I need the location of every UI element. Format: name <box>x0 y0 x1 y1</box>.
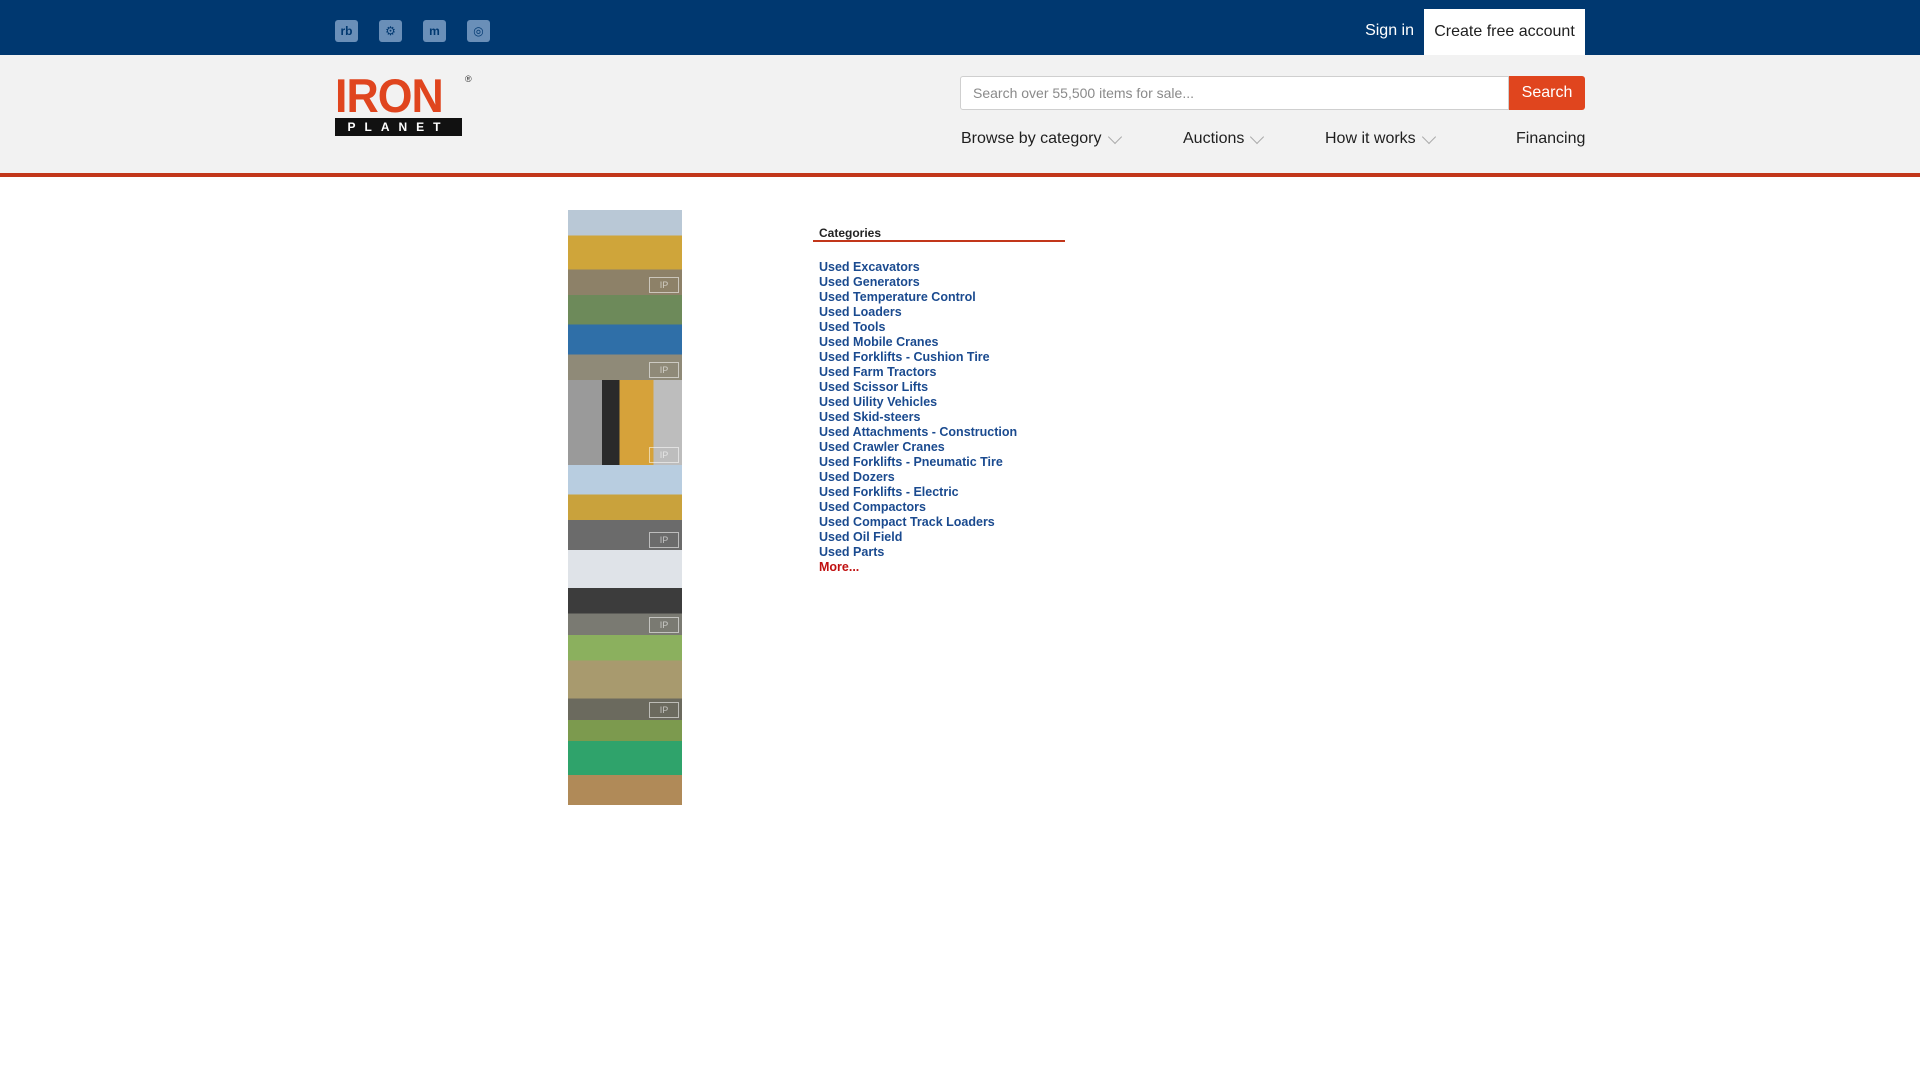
category-link[interactable]: Used Tools <box>819 320 1017 335</box>
nav-browse-by-category[interactable]: Browse by category <box>961 127 1122 151</box>
thumbnail-paver[interactable]: IP <box>568 550 682 635</box>
search-button[interactable]: Search <box>1509 76 1585 110</box>
watermark: IP <box>649 362 679 378</box>
categories-heading-box: Categories <box>813 212 1065 242</box>
category-link[interactable]: Used Skid-steers <box>819 410 1017 425</box>
category-list: Used Excavators Used Generators Used Tem… <box>819 260 1017 560</box>
category-link[interactable]: Used Parts <box>819 545 1017 560</box>
create-account-button[interactable]: Create free account <box>1424 9 1585 55</box>
categories-heading: Categories <box>819 226 882 240</box>
logo-registered-mark: ® <box>465 74 472 84</box>
circle-brand-icon[interactable]: ◎ <box>467 20 490 42</box>
m-brand-icon[interactable]: m <box>423 20 446 42</box>
category-link[interactable]: Used Compactors <box>819 500 1017 515</box>
category-link[interactable]: Used Mobile Cranes <box>819 335 1017 350</box>
nav-label: Browse by category <box>961 130 1102 147</box>
watermark: IP <box>649 447 679 463</box>
site-header: IRON ® PLANET Search Browse by category … <box>0 55 1920 177</box>
nav-label: How it works <box>1325 130 1416 147</box>
nav-how-it-works[interactable]: How it works <box>1325 127 1436 151</box>
category-link[interactable]: Used Forklifts - Electric <box>819 485 1017 500</box>
chevron-down-icon <box>1107 129 1122 144</box>
equipment-thumbnails: IP IP IP IP IP IP <box>568 210 682 805</box>
logo-iron-text: IRON <box>335 69 444 122</box>
thumbnail-dump-truck[interactable]: IP <box>568 635 682 720</box>
watermark: IP <box>649 702 679 718</box>
nav-label: Financing <box>1516 130 1586 147</box>
gear-badge-icon[interactable]: ⚙ <box>379 20 402 42</box>
thumbnail-forklift[interactable]: IP <box>568 380 682 465</box>
category-link[interactable]: Used Loaders <box>819 305 1017 320</box>
category-link[interactable]: Used Crawler Cranes <box>819 440 1017 455</box>
nav-label: Auctions <box>1183 130 1245 147</box>
chevron-down-icon <box>1250 129 1265 144</box>
sign-in-link[interactable]: Sign in <box>1365 0 1414 55</box>
watermark: IP <box>649 532 679 548</box>
thumbnail-scraper[interactable]: IP <box>568 210 682 295</box>
category-link[interactable]: Used Generators <box>819 275 1017 290</box>
category-link[interactable]: Used Forklifts - Pneumatic Tire <box>819 455 1017 470</box>
category-link[interactable]: Used Forklifts - Cushion Tire <box>819 350 1017 365</box>
watermark: IP <box>649 277 679 293</box>
thumbnail-backhoe-loader[interactable]: IP <box>568 465 682 550</box>
nav-auctions[interactable]: Auctions <box>1183 127 1265 151</box>
category-link[interactable]: Used Excavators <box>819 260 1017 275</box>
category-link[interactable]: Used Temperature Control <box>819 290 1017 305</box>
logo-planet-text: PLANET <box>335 118 462 136</box>
category-link[interactable]: Used Attachments - Construction <box>819 425 1017 440</box>
ironplanet-logo[interactable]: IRON ® PLANET <box>335 69 475 136</box>
nav-financing[interactable]: Financing <box>1516 127 1585 151</box>
top-bar: rb ⚙ m ◎ Sign in Create free account <box>0 0 1920 55</box>
watermark: IP <box>649 617 679 633</box>
more-categories-link[interactable]: More... <box>819 560 859 575</box>
search-input[interactable] <box>960 76 1509 110</box>
thumbnail-air-compressor[interactable] <box>568 720 682 805</box>
category-link[interactable]: Used Scissor Lifts <box>819 380 1017 395</box>
category-link[interactable]: Used Compact Track Loaders <box>819 515 1017 530</box>
category-link[interactable]: Used Farm Tractors <box>819 365 1017 380</box>
category-link[interactable]: Used Oil Field <box>819 530 1017 545</box>
thumbnail-telehandler[interactable]: IP <box>568 295 682 380</box>
category-link[interactable]: Used Uility Vehicles <box>819 395 1017 410</box>
chevron-down-icon <box>1421 129 1436 144</box>
category-link[interactable]: Used Dozers <box>819 470 1017 485</box>
rb-icon[interactable]: rb <box>335 20 358 42</box>
